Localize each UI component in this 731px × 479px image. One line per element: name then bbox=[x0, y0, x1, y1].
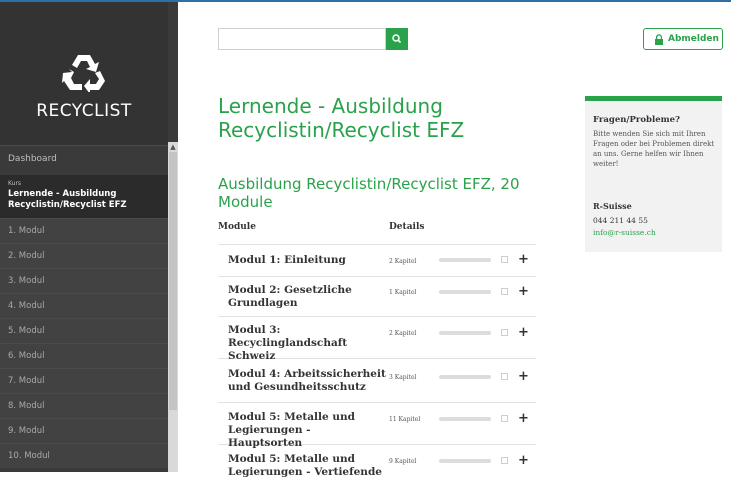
help-title: Fragen/Probleme? bbox=[593, 115, 681, 125]
nav-module-6[interactable]: 6. Modul bbox=[0, 343, 168, 368]
module-chapter-count: 1 Kapitel bbox=[389, 289, 417, 296]
module-title[interactable]: Modul 5: Metalle und Legierungen - Verti… bbox=[228, 453, 388, 479]
nav-module-2[interactable]: 2. Modul bbox=[0, 243, 168, 268]
module-chapter-count: 11 Kapitel bbox=[389, 416, 421, 423]
module-title[interactable]: Modul 4: Arbeitssicherheit und Gesundhei… bbox=[228, 368, 388, 394]
module-title[interactable]: Modul 5: Metalle und Legierungen - Haupt… bbox=[228, 411, 388, 450]
module-progress-bar bbox=[439, 258, 491, 262]
column-header-module: Module bbox=[218, 222, 256, 232]
search-input[interactable] bbox=[218, 28, 386, 50]
lock-icon bbox=[655, 34, 663, 45]
nav-module-label: 8. Modul bbox=[8, 401, 45, 411]
module-title[interactable]: Modul 3: Recyclinglandschaft Schweiz bbox=[228, 324, 388, 363]
nav-module-label: 2. Modul bbox=[8, 251, 45, 261]
module-checkbox[interactable] bbox=[501, 288, 508, 295]
help-text: Bitte wenden Sie sich mit Ihren Fragen o… bbox=[593, 130, 715, 168]
module-checkbox[interactable] bbox=[501, 373, 508, 380]
nav-dashboard-label: Dashboard bbox=[8, 154, 57, 164]
module-title[interactable]: Modul 1: Einleitung bbox=[228, 254, 388, 267]
help-box: Fragen/Probleme? Bitte wenden Sie sich m… bbox=[585, 96, 722, 252]
logo[interactable]: RECYCLIST bbox=[0, 2, 168, 145]
expand-plus-icon[interactable]: + bbox=[518, 454, 529, 467]
expand-plus-icon[interactable]: + bbox=[518, 253, 529, 266]
nav-module-label: 3. Modul bbox=[8, 276, 45, 286]
expand-plus-icon[interactable]: + bbox=[518, 412, 529, 425]
nav-module-4[interactable]: 4. Modul bbox=[0, 293, 168, 318]
module-title[interactable]: Modul 2: Gesetzliche Grundlagen bbox=[228, 284, 388, 310]
search-icon bbox=[392, 34, 402, 44]
recycle-icon bbox=[62, 55, 105, 92]
module-chapter-count: 2 Kapitel bbox=[389, 258, 417, 265]
chevron-up-icon[interactable]: ▲ bbox=[169, 143, 177, 152]
expand-plus-icon[interactable]: + bbox=[518, 370, 529, 383]
nav-module-3[interactable]: 3. Modul bbox=[0, 268, 168, 293]
help-email-link[interactable]: info@r-suisse.ch bbox=[593, 228, 656, 237]
course-kicker: Kurs bbox=[8, 180, 22, 187]
nav-module-7[interactable]: 7. Modul bbox=[0, 368, 168, 393]
nav-module-label: 6. Modul bbox=[8, 351, 45, 361]
module-progress-bar bbox=[439, 417, 491, 421]
column-header-details: Details bbox=[389, 222, 425, 232]
row-divider bbox=[218, 276, 536, 277]
module-checkbox[interactable] bbox=[501, 457, 508, 464]
module-chapter-count: 2 Kapitel bbox=[389, 330, 417, 337]
module-progress-bar bbox=[439, 290, 491, 294]
row-divider bbox=[218, 402, 536, 403]
page-title: Lernende - Ausbildung Recyclistin/Recycl… bbox=[218, 94, 465, 142]
expand-plus-icon[interactable]: + bbox=[518, 326, 529, 339]
brand-name: RECYCLIST bbox=[36, 101, 132, 121]
logout-label: Abmelden bbox=[668, 34, 719, 44]
expand-plus-icon[interactable]: + bbox=[518, 285, 529, 298]
row-divider bbox=[218, 244, 536, 245]
course-subtitle: Ausbildung Recyclistin/Recyclist EFZ, 20… bbox=[218, 175, 520, 211]
course-title: Lernende - Ausbildung Recyclistin/Recycl… bbox=[8, 189, 127, 210]
help-phone: 044 211 44 55 bbox=[593, 216, 648, 225]
nav-module-label: 10. Modul bbox=[8, 451, 50, 461]
sidebar: RECYCLIST Dashboard Kurs Lernende - Ausb… bbox=[0, 2, 178, 472]
help-organisation: R-Suisse bbox=[593, 201, 632, 211]
nav-dashboard[interactable]: Dashboard bbox=[0, 145, 168, 176]
nav-current-course[interactable]: Kurs Lernende - Ausbildung Recyclistin/R… bbox=[0, 175, 168, 218]
nav-module-label: 9. Modul bbox=[8, 426, 45, 436]
module-progress-bar bbox=[439, 331, 491, 335]
module-chapter-count: 9 Kapitel bbox=[389, 458, 417, 465]
nav-module-8[interactable]: 8. Modul bbox=[0, 393, 168, 418]
module-chapter-count: 3 Kapitel bbox=[389, 374, 417, 381]
nav-module-1[interactable]: 1. Modul bbox=[0, 218, 168, 243]
nav-module-label: 5. Modul bbox=[8, 326, 45, 336]
nav-module-10[interactable]: 10. Modul bbox=[0, 443, 168, 468]
sidebar-scrollbar-thumb[interactable] bbox=[169, 152, 177, 410]
logout-button[interactable]: Abmelden bbox=[643, 28, 723, 50]
nav-module-label: 1. Modul bbox=[8, 226, 45, 236]
module-progress-bar bbox=[439, 459, 491, 463]
nav-module-5[interactable]: 5. Modul bbox=[0, 318, 168, 343]
module-checkbox[interactable] bbox=[501, 256, 508, 263]
nav-module-label: 7. Modul bbox=[8, 376, 45, 386]
module-checkbox[interactable] bbox=[501, 415, 508, 422]
row-divider bbox=[218, 316, 536, 317]
module-checkbox[interactable] bbox=[501, 329, 508, 336]
module-progress-bar bbox=[439, 375, 491, 379]
search-button[interactable] bbox=[386, 28, 408, 50]
nav-module-9[interactable]: 9. Modul bbox=[0, 418, 168, 443]
nav-module-label: 4. Modul bbox=[8, 301, 45, 311]
